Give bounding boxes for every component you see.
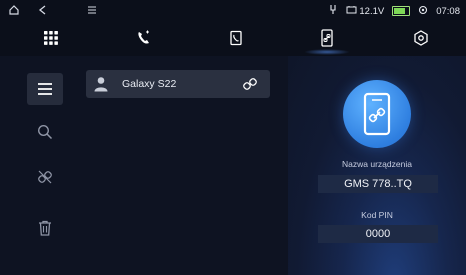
search-button[interactable]	[27, 116, 63, 148]
status-bar: 12.1V 07:08	[0, 0, 466, 22]
phone-icon[interactable]	[131, 25, 157, 51]
phone-link-icon[interactable]	[304, 25, 350, 55]
location-icon	[418, 5, 428, 18]
car-battery-icon	[346, 5, 357, 17]
pin-label: Kod PIN	[361, 210, 393, 220]
delete-button[interactable]	[27, 212, 63, 244]
device-info-panel: Nazwa urządzenia GMS 778..TQ Kod PIN 000…	[288, 56, 466, 275]
link-icon[interactable]	[242, 76, 258, 92]
notification-icon[interactable]	[86, 3, 98, 21]
unlink-button[interactable]	[27, 161, 63, 193]
voltage-text: 12.1V	[359, 5, 385, 17]
usb-icon	[328, 4, 338, 18]
menu-button[interactable]	[27, 73, 63, 105]
battery-icon	[392, 6, 411, 16]
device-row[interactable]: Galaxy S22	[86, 70, 270, 98]
back-icon[interactable]	[37, 3, 49, 21]
device-name: Galaxy S22	[122, 78, 177, 90]
home-icon[interactable]	[8, 3, 20, 21]
search-icon	[37, 124, 53, 140]
device-list: Galaxy S22	[84, 56, 288, 275]
device-name-value[interactable]: GMS 778..TQ	[318, 175, 438, 193]
menu-icon	[38, 83, 52, 95]
apps-grid-icon[interactable]	[38, 25, 64, 51]
unlink-icon	[38, 170, 52, 184]
trash-icon	[39, 220, 51, 236]
pin-value[interactable]: 0000	[318, 225, 438, 243]
clock-time: 07:08	[436, 5, 460, 17]
device-name-label: Nazwa urządzenia	[342, 159, 412, 169]
top-nav-bar	[0, 22, 466, 56]
contacts-icon[interactable]	[223, 25, 249, 51]
sidebar	[0, 56, 84, 275]
connected-phone-icon	[343, 80, 411, 148]
user-icon	[94, 77, 108, 92]
settings-icon[interactable]	[408, 25, 434, 51]
